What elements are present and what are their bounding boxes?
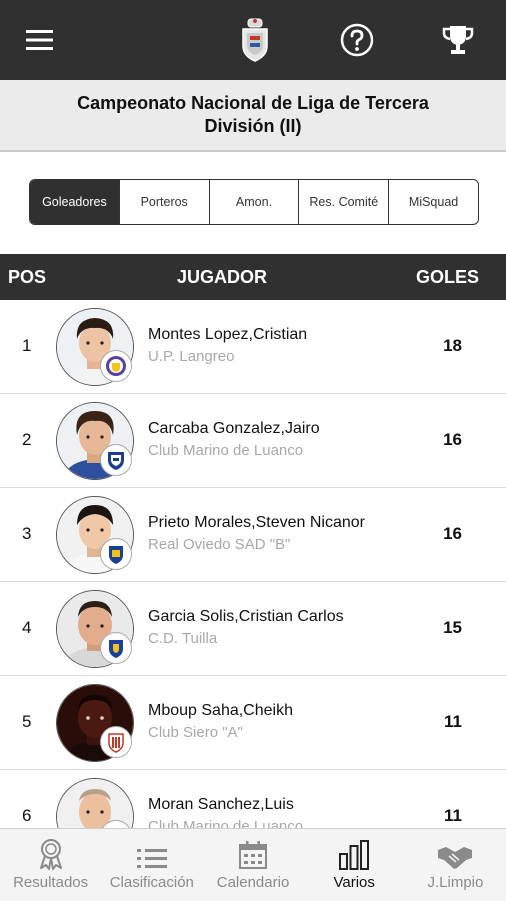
- player-club: Club Marino de Luanco: [148, 442, 304, 459]
- scorers-table-header: POS JUGADOR GOLES: [0, 254, 506, 300]
- nav-label: Varios: [333, 874, 375, 891]
- player-goals: 15: [443, 618, 462, 637]
- nav-label: Resultados: [13, 874, 89, 891]
- table-row[interactable]: 3 Prieto Morales,Steven Nicanor Real Ovi…: [0, 488, 506, 582]
- club-crest-icon: [100, 726, 132, 758]
- player-goals: 11: [444, 712, 462, 731]
- nav-resultados[interactable]: Resultados: [0, 829, 101, 901]
- player-goals: 18: [443, 336, 462, 355]
- header-pos: POS: [8, 267, 47, 287]
- trophy-button[interactable]: [434, 16, 482, 64]
- stats-segmented-control: Goleadores Porteros Amon. Res. Comité Mi…: [29, 179, 479, 225]
- help-button[interactable]: [333, 16, 381, 64]
- player-club: Club Siero "A": [148, 724, 243, 741]
- competition-title-band: Campeonato Nacional de Liga de Tercera D…: [0, 80, 506, 152]
- row-position: 6: [22, 806, 32, 825]
- player-name: Prieto Morales,Steven Nicanor: [148, 514, 365, 531]
- nav-label: Clasificación: [109, 874, 194, 891]
- top-app-bar: [0, 0, 506, 80]
- club-crest-icon: [100, 632, 132, 664]
- table-row[interactable]: 4 Garcia Solis,Cristian Carlos C.D. Tuil…: [0, 582, 506, 676]
- handshake-icon: [438, 847, 473, 869]
- scorers-list: 1 Montes Lopez,Cristian U.P. Langreo 18 …: [0, 300, 506, 828]
- help-circle-icon: [340, 23, 374, 57]
- segment-misquad[interactable]: MiSquad: [388, 180, 478, 224]
- calendar-icon: [239, 841, 267, 869]
- segment-res-comite[interactable]: Res. Comité: [298, 180, 388, 224]
- header-goals: GOLES: [416, 267, 480, 287]
- row-position: 4: [22, 618, 32, 637]
- player-name: Montes Lopez,Cristian: [148, 326, 308, 343]
- row-position: 1: [22, 336, 32, 355]
- nav-varios[interactable]: Varios: [304, 829, 405, 901]
- club-crest-icon: [100, 350, 132, 382]
- player-club: U.P. Langreo: [148, 348, 235, 365]
- competition-title: Campeonato Nacional de Liga de Tercera D…: [77, 93, 429, 136]
- segment-goleadores[interactable]: Goleadores: [30, 180, 119, 224]
- player-name: Mboup Saha,Cheikh: [148, 702, 293, 719]
- table-row[interactable]: 1 Montes Lopez,Cristian U.P. Langreo 18: [0, 300, 506, 394]
- menu-button[interactable]: [16, 16, 64, 64]
- club-crest-icon: [100, 538, 132, 570]
- player-club: C.D. Tuilla: [148, 630, 218, 647]
- row-position: 3: [22, 524, 32, 543]
- list-icon: [136, 849, 167, 868]
- table-row[interactable]: 6 Moran Sanchez,Luis Club Marino de Luan…: [0, 770, 506, 828]
- player-name: Carcaba Gonzalez,Jairo: [148, 420, 320, 437]
- nav-calendario[interactable]: Calendario: [202, 829, 303, 901]
- row-position: 2: [22, 430, 32, 449]
- table-row[interactable]: 2 Carcaba Gonzalez,Jairo Club Marino de …: [0, 394, 506, 488]
- player-goals: 11: [444, 806, 462, 825]
- player-club: Club Marino de Luanco: [148, 818, 304, 828]
- club-crest-icon: [100, 444, 132, 476]
- bar-chart-icon: [339, 840, 370, 870]
- segment-amonestaciones[interactable]: Amon.: [208, 180, 299, 224]
- trophy-icon: [442, 26, 474, 54]
- player-club: Real Oviedo SAD "B": [148, 536, 291, 553]
- federation-crest-icon: [242, 18, 268, 62]
- nav-label: Calendario: [216, 874, 290, 891]
- federation-logo[interactable]: [231, 16, 279, 64]
- bottom-navigation: Resultados Clasificación Calendario Vari…: [0, 828, 506, 901]
- player-name: Garcia Solis,Cristian Carlos: [148, 608, 344, 625]
- hamburger-menu-icon: [26, 30, 53, 50]
- row-position: 5: [22, 712, 32, 731]
- player-name: Moran Sanchez,Luis: [148, 796, 294, 813]
- medal-icon: [39, 839, 62, 870]
- nav-clasificacion[interactable]: Clasificación: [101, 829, 202, 901]
- nav-juego-limpio[interactable]: J.Limpio: [405, 829, 506, 901]
- header-player: JUGADOR: [177, 267, 268, 287]
- segment-porteros[interactable]: Porteros: [118, 180, 209, 224]
- nav-label: J.Limpio: [427, 874, 484, 891]
- player-goals: 16: [443, 430, 462, 449]
- table-row[interactable]: 5 Mboup Saha,Cheikh Club Siero "A" 11: [0, 676, 506, 770]
- player-goals: 16: [443, 524, 462, 543]
